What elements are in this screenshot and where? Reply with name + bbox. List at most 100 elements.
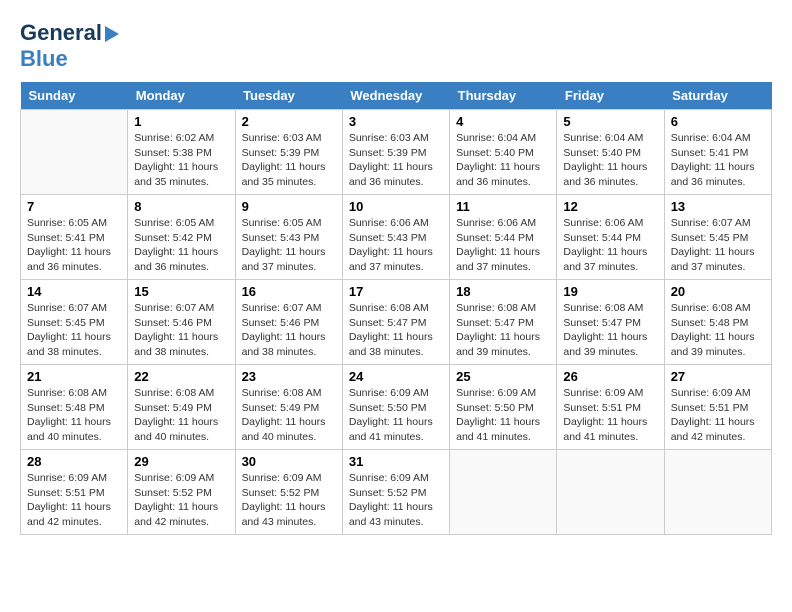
week-row-1: 1Sunrise: 6:02 AM Sunset: 5:38 PM Daylig…: [21, 110, 772, 195]
day-info: Sunrise: 6:09 AM Sunset: 5:51 PM Dayligh…: [563, 386, 657, 445]
day-info: Sunrise: 6:03 AM Sunset: 5:39 PM Dayligh…: [349, 131, 443, 190]
day-number: 2: [242, 114, 336, 129]
day-info: Sunrise: 6:09 AM Sunset: 5:51 PM Dayligh…: [671, 386, 765, 445]
calendar-cell: 11 Sunrise: 6:06 AM Sunset: 5:44 PM Dayli…: [450, 195, 557, 280]
day-info: Sunrise: 6:05 AM Sunset: 5:41 PM Dayligh…: [27, 216, 121, 275]
calendar-cell: 26 Sunrise: 6:09 AM Sunset: 5:51 PM Dayli…: [557, 365, 664, 450]
day-info: Sunrise: 6:08 AM Sunset: 5:48 PM Dayligh…: [671, 301, 765, 360]
day-info: Sunrise: 6:04 AM Sunset: 5:40 PM Dayligh…: [456, 131, 550, 190]
header-monday: Monday: [128, 82, 235, 110]
header-saturday: Saturday: [664, 82, 771, 110]
day-info: Sunrise: 6:09 AM Sunset: 5:51 PM Dayligh…: [27, 471, 121, 530]
calendar-cell: 1Sunrise: 6:02 AM Sunset: 5:38 PM Daylig…: [128, 110, 235, 195]
day-number: 6: [671, 114, 765, 129]
calendar-cell: 25 Sunrise: 6:09 AM Sunset: 5:50 PM Dayli…: [450, 365, 557, 450]
calendar-cell: 27 Sunrise: 6:09 AM Sunset: 5:51 PM Dayli…: [664, 365, 771, 450]
calendar-table: SundayMondayTuesdayWednesdayThursdayFrid…: [20, 82, 772, 535]
calendar-cell: 31 Sunrise: 6:09 AM Sunset: 5:52 PM Dayli…: [342, 450, 449, 535]
logo-arrow: [105, 26, 119, 42]
day-number: 24: [349, 369, 443, 384]
day-number: 9: [242, 199, 336, 214]
calendar-cell: 22 Sunrise: 6:08 AM Sunset: 5:49 PM Dayli…: [128, 365, 235, 450]
day-number: 7: [27, 199, 121, 214]
day-info: Sunrise: 6:09 AM Sunset: 5:50 PM Dayligh…: [349, 386, 443, 445]
calendar-cell: 28 Sunrise: 6:09 AM Sunset: 5:51 PM Dayli…: [21, 450, 128, 535]
calendar-cell: 30Sunrise: 6:09 AM Sunset: 5:52 PM Dayli…: [235, 450, 342, 535]
week-row-5: 28 Sunrise: 6:09 AM Sunset: 5:51 PM Dayli…: [21, 450, 772, 535]
day-number: 31: [349, 454, 443, 469]
day-info: Sunrise: 6:08 AM Sunset: 5:47 PM Dayligh…: [349, 301, 443, 360]
calendar-cell: 5 Sunrise: 6:04 AM Sunset: 5:40 PM Daylig…: [557, 110, 664, 195]
calendar-cell: 23 Sunrise: 6:08 AM Sunset: 5:49 PM Dayli…: [235, 365, 342, 450]
calendar-cell: 4 Sunrise: 6:04 AM Sunset: 5:40 PM Daylig…: [450, 110, 557, 195]
day-info: Sunrise: 6:08 AM Sunset: 5:47 PM Dayligh…: [456, 301, 550, 360]
day-number: 23: [242, 369, 336, 384]
calendar-cell: 10 Sunrise: 6:06 AM Sunset: 5:43 PM Dayli…: [342, 195, 449, 280]
day-number: 4: [456, 114, 550, 129]
logo-general: General: [20, 20, 102, 46]
day-info: Sunrise: 6:09 AM Sunset: 5:50 PM Dayligh…: [456, 386, 550, 445]
calendar-cell: 16 Sunrise: 6:07 AM Sunset: 5:46 PM Dayli…: [235, 280, 342, 365]
day-info: Sunrise: 6:06 AM Sunset: 5:43 PM Dayligh…: [349, 216, 443, 275]
day-number: 22: [134, 369, 228, 384]
logo-blue: Blue: [20, 46, 68, 71]
calendar-cell: 19 Sunrise: 6:08 AM Sunset: 5:47 PM Dayli…: [557, 280, 664, 365]
header-thursday: Thursday: [450, 82, 557, 110]
page-header: General Blue: [20, 20, 772, 72]
day-number: 21: [27, 369, 121, 384]
day-number: 11: [456, 199, 550, 214]
week-row-2: 7 Sunrise: 6:05 AM Sunset: 5:41 PM Daylig…: [21, 195, 772, 280]
calendar-cell: 15Sunrise: 6:07 AM Sunset: 5:46 PM Dayli…: [128, 280, 235, 365]
day-info: Sunrise: 6:02 AM Sunset: 5:38 PM Dayligh…: [134, 131, 228, 190]
calendar-cell: 3 Sunrise: 6:03 AM Sunset: 5:39 PM Daylig…: [342, 110, 449, 195]
calendar-cell: 18 Sunrise: 6:08 AM Sunset: 5:47 PM Dayli…: [450, 280, 557, 365]
day-number: 5: [563, 114, 657, 129]
calendar-cell: 29Sunrise: 6:09 AM Sunset: 5:52 PM Dayli…: [128, 450, 235, 535]
day-info: Sunrise: 6:06 AM Sunset: 5:44 PM Dayligh…: [456, 216, 550, 275]
day-info: Sunrise: 6:08 AM Sunset: 5:48 PM Dayligh…: [27, 386, 121, 445]
calendar-cell: 13Sunrise: 6:07 AM Sunset: 5:45 PM Dayli…: [664, 195, 771, 280]
day-number: 16: [242, 284, 336, 299]
day-info: Sunrise: 6:07 AM Sunset: 5:46 PM Dayligh…: [242, 301, 336, 360]
day-info: Sunrise: 6:05 AM Sunset: 5:43 PM Dayligh…: [242, 216, 336, 275]
calendar-cell: 6 Sunrise: 6:04 AM Sunset: 5:41 PM Daylig…: [664, 110, 771, 195]
day-info: Sunrise: 6:07 AM Sunset: 5:45 PM Dayligh…: [671, 216, 765, 275]
header-wednesday: Wednesday: [342, 82, 449, 110]
calendar-cell: [450, 450, 557, 535]
day-info: Sunrise: 6:04 AM Sunset: 5:41 PM Dayligh…: [671, 131, 765, 190]
day-number: 28: [27, 454, 121, 469]
day-info: Sunrise: 6:04 AM Sunset: 5:40 PM Dayligh…: [563, 131, 657, 190]
day-info: Sunrise: 6:08 AM Sunset: 5:49 PM Dayligh…: [242, 386, 336, 445]
day-number: 15: [134, 284, 228, 299]
calendar-cell: 14 Sunrise: 6:07 AM Sunset: 5:45 PM Dayli…: [21, 280, 128, 365]
day-info: Sunrise: 6:08 AM Sunset: 5:49 PM Dayligh…: [134, 386, 228, 445]
day-info: Sunrise: 6:09 AM Sunset: 5:52 PM Dayligh…: [349, 471, 443, 530]
day-info: Sunrise: 6:05 AM Sunset: 5:42 PM Dayligh…: [134, 216, 228, 275]
week-row-4: 21 Sunrise: 6:08 AM Sunset: 5:48 PM Dayli…: [21, 365, 772, 450]
calendar-cell: 24 Sunrise: 6:09 AM Sunset: 5:50 PM Dayli…: [342, 365, 449, 450]
header-tuesday: Tuesday: [235, 82, 342, 110]
calendar-cell: 12 Sunrise: 6:06 AM Sunset: 5:44 PM Dayli…: [557, 195, 664, 280]
day-number: 26: [563, 369, 657, 384]
day-info: Sunrise: 6:06 AM Sunset: 5:44 PM Dayligh…: [563, 216, 657, 275]
day-number: 8: [134, 199, 228, 214]
calendar-header-row: SundayMondayTuesdayWednesdayThursdayFrid…: [21, 82, 772, 110]
day-number: 25: [456, 369, 550, 384]
calendar-cell: 17Sunrise: 6:08 AM Sunset: 5:47 PM Dayli…: [342, 280, 449, 365]
day-number: 27: [671, 369, 765, 384]
day-info: Sunrise: 6:09 AM Sunset: 5:52 PM Dayligh…: [134, 471, 228, 530]
calendar-cell: 8 Sunrise: 6:05 AM Sunset: 5:42 PM Daylig…: [128, 195, 235, 280]
week-row-3: 14 Sunrise: 6:07 AM Sunset: 5:45 PM Dayli…: [21, 280, 772, 365]
calendar-cell: [664, 450, 771, 535]
day-number: 30: [242, 454, 336, 469]
day-number: 10: [349, 199, 443, 214]
day-info: Sunrise: 6:07 AM Sunset: 5:45 PM Dayligh…: [27, 301, 121, 360]
day-info: Sunrise: 6:08 AM Sunset: 5:47 PM Dayligh…: [563, 301, 657, 360]
calendar-cell: [21, 110, 128, 195]
calendar-cell: 20Sunrise: 6:08 AM Sunset: 5:48 PM Dayli…: [664, 280, 771, 365]
day-number: 18: [456, 284, 550, 299]
day-number: 12: [563, 199, 657, 214]
day-number: 19: [563, 284, 657, 299]
day-number: 3: [349, 114, 443, 129]
day-number: 14: [27, 284, 121, 299]
